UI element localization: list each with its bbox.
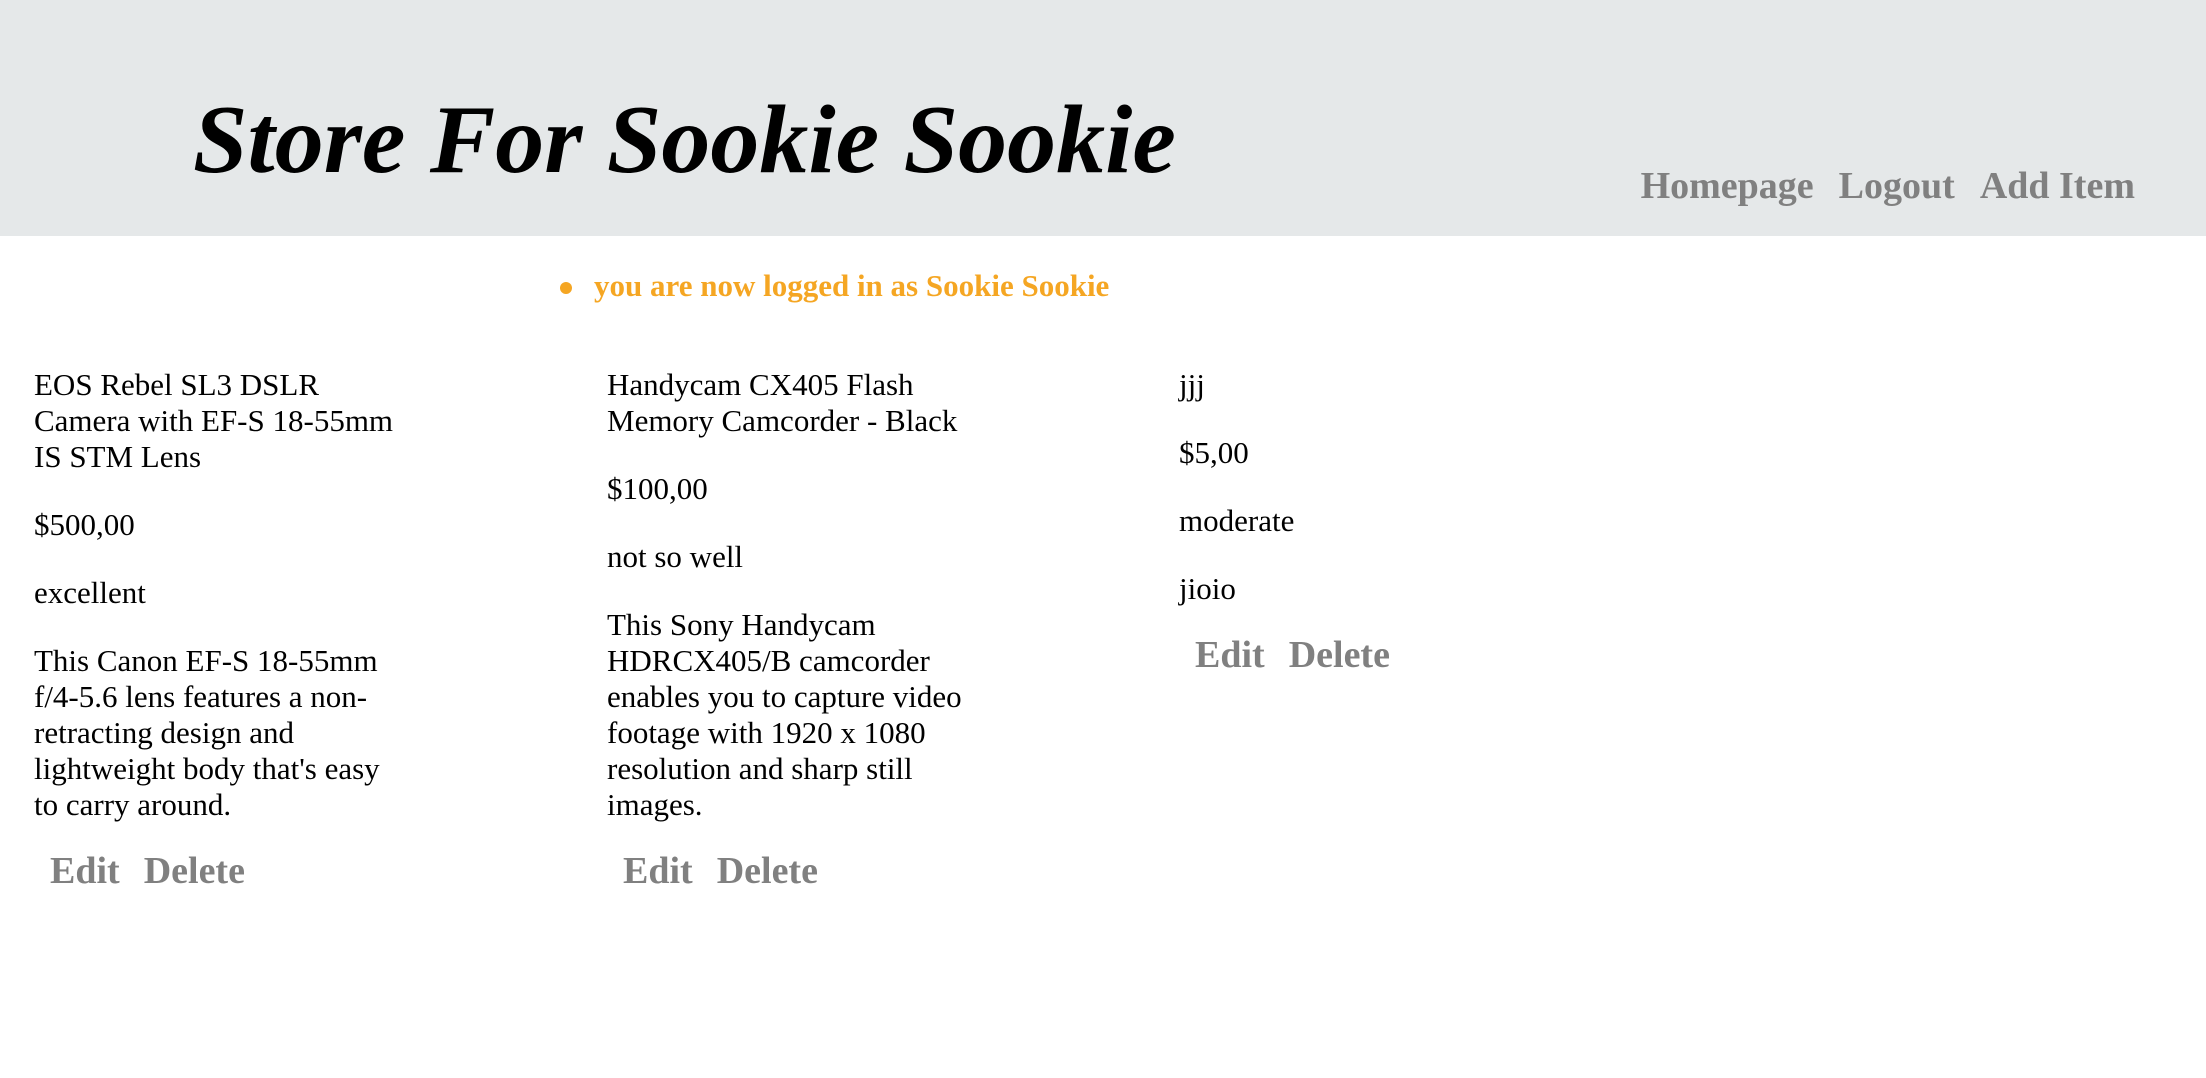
item-description: This Sony Handycam HDRCX405/B camcorder … xyxy=(607,607,962,822)
delete-item-link[interactable]: Delete xyxy=(717,849,818,893)
nav-homepage-link[interactable]: Homepage xyxy=(1641,164,1814,208)
nav-add-item-link[interactable]: Add Item xyxy=(1980,164,2135,208)
delete-item-link[interactable]: Delete xyxy=(1289,633,1390,677)
item-description: This Canon EF-S 18-55mm f/4-5.6 lens fea… xyxy=(34,643,380,822)
item-actions: Edit Delete xyxy=(34,849,404,893)
item-card: jjj $5,00 moderate jioio Edit Delete xyxy=(1179,367,1549,677)
flash-message: you are now logged in as Sookie Sookie xyxy=(559,264,1109,308)
item-condition: excellent xyxy=(34,575,146,610)
item-price: $500,00 xyxy=(34,507,135,542)
item-card: EOS Rebel SL3 DSLR Camera with EF-S 18-5… xyxy=(34,367,404,893)
delete-item-link[interactable]: Delete xyxy=(144,849,245,893)
item-condition: moderate xyxy=(1179,503,1295,538)
edit-item-link[interactable]: Edit xyxy=(1195,633,1265,677)
main-nav: Homepage Logout Add Item xyxy=(1641,164,2135,208)
item-name: jjj xyxy=(1179,367,1205,402)
flash-messages: you are now logged in as Sookie Sookie xyxy=(559,264,1109,308)
item-actions: Edit Delete xyxy=(607,849,977,893)
item-price: $100,00 xyxy=(607,471,708,506)
nav-logout-link[interactable]: Logout xyxy=(1839,164,1955,208)
item-name: Handycam CX405 Flash Memory Camcorder - … xyxy=(607,367,958,438)
item-card: Handycam CX405 Flash Memory Camcorder - … xyxy=(607,367,977,893)
item-name: EOS Rebel SL3 DSLR Camera with EF-S 18-5… xyxy=(34,367,394,474)
item-actions: Edit Delete xyxy=(1179,633,1549,677)
edit-item-link[interactable]: Edit xyxy=(623,849,693,893)
item-description: jioio xyxy=(1179,571,1236,606)
item-price: $5,00 xyxy=(1179,435,1249,470)
item-condition: not so well xyxy=(607,539,744,574)
store-title: Store For Sookie Sookie xyxy=(193,86,1176,194)
edit-item-link[interactable]: Edit xyxy=(50,849,120,893)
site-header: Store For Sookie Sookie Homepage Logout … xyxy=(0,0,2206,236)
